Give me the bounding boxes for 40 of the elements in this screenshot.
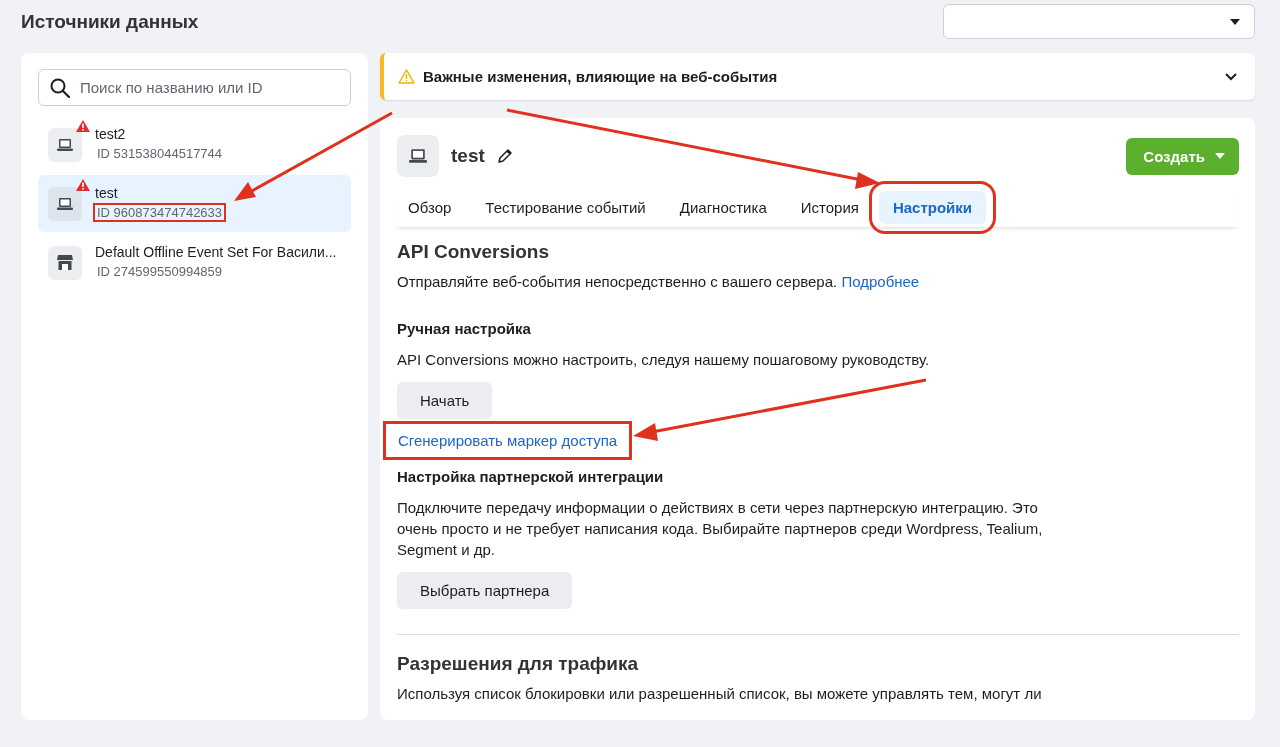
source-name: Default Offline Event Set For Васили... [95,244,337,260]
chevron-icon [1225,72,1237,81]
search-icon [50,78,70,98]
description-text: Используя список блокировки или разрешенный список, вы можете управлять тем, могут ли [397,684,1043,704]
source-name: test2 [95,126,127,142]
source-name: test [95,185,119,201]
caret-icon [1215,153,1225,159]
caret-icon [1230,18,1240,25]
tab[interactable]: Тестирование событий [471,190,660,224]
laptop-icon [409,149,427,163]
generate-token-link[interactable]: Сгенерировать маркер доступа [383,421,633,460]
source-title: test [451,145,485,167]
subsection-heading: Настройка партнерской интеграции [397,468,665,485]
section-heading: API Conversions [397,241,551,263]
tab[interactable]: Обзор [394,190,466,224]
warning-icon [398,69,415,84]
store-icon [57,255,73,270]
laptop-icon [57,197,73,210]
tab[interactable]: Диагностика [665,190,781,224]
notice-title: Важные изменения, влияющие на веб-события [423,68,779,85]
action-button[interactable]: Начать [397,382,493,419]
action-button[interactable]: Выбрать партнера [397,572,573,609]
laptop-icon [57,138,73,151]
description-text: Отправляйте веб-события непосредственно с вашего сервера. [397,273,838,290]
search-field[interactable]: Поиск по названию или ID [38,69,351,106]
source-id: ID 960873474742633 [93,203,227,222]
section-heading: Разрешения для трафика [397,653,640,675]
source-item[interactable]: Default Offline Event Set For Васили... ID 274599550994859 [38,234,351,291]
subsection-heading: Ручная настройка [397,320,532,337]
notice-banner[interactable]: Важные изменения, влияющие на веб-события [380,53,1255,100]
page-title: Источники данных [21,10,199,33]
tab[interactable]: История [786,190,873,224]
learn-more-link[interactable]: Подробнее [841,273,920,290]
source-id: ID 531538044517744 [96,145,224,163]
description-text: Подключите передачу информации о действиях в сети через партнерскую интеграцию. Это очень просто и не требует написания кода. Выбирайте партнеров среди Wordpress, Tealium, Segment и др. [397,498,1044,560]
source-id: ID 274599550994859 [96,263,224,281]
source-item[interactable]: test2 ID 531538044517744 [38,116,351,173]
source-item[interactable]: test ID 960873474742633 [38,175,351,232]
pencil-icon[interactable] [496,148,513,164]
description-text: API Conversions можно настроить, следуя нашему пошаговому руководству. [397,350,931,370]
